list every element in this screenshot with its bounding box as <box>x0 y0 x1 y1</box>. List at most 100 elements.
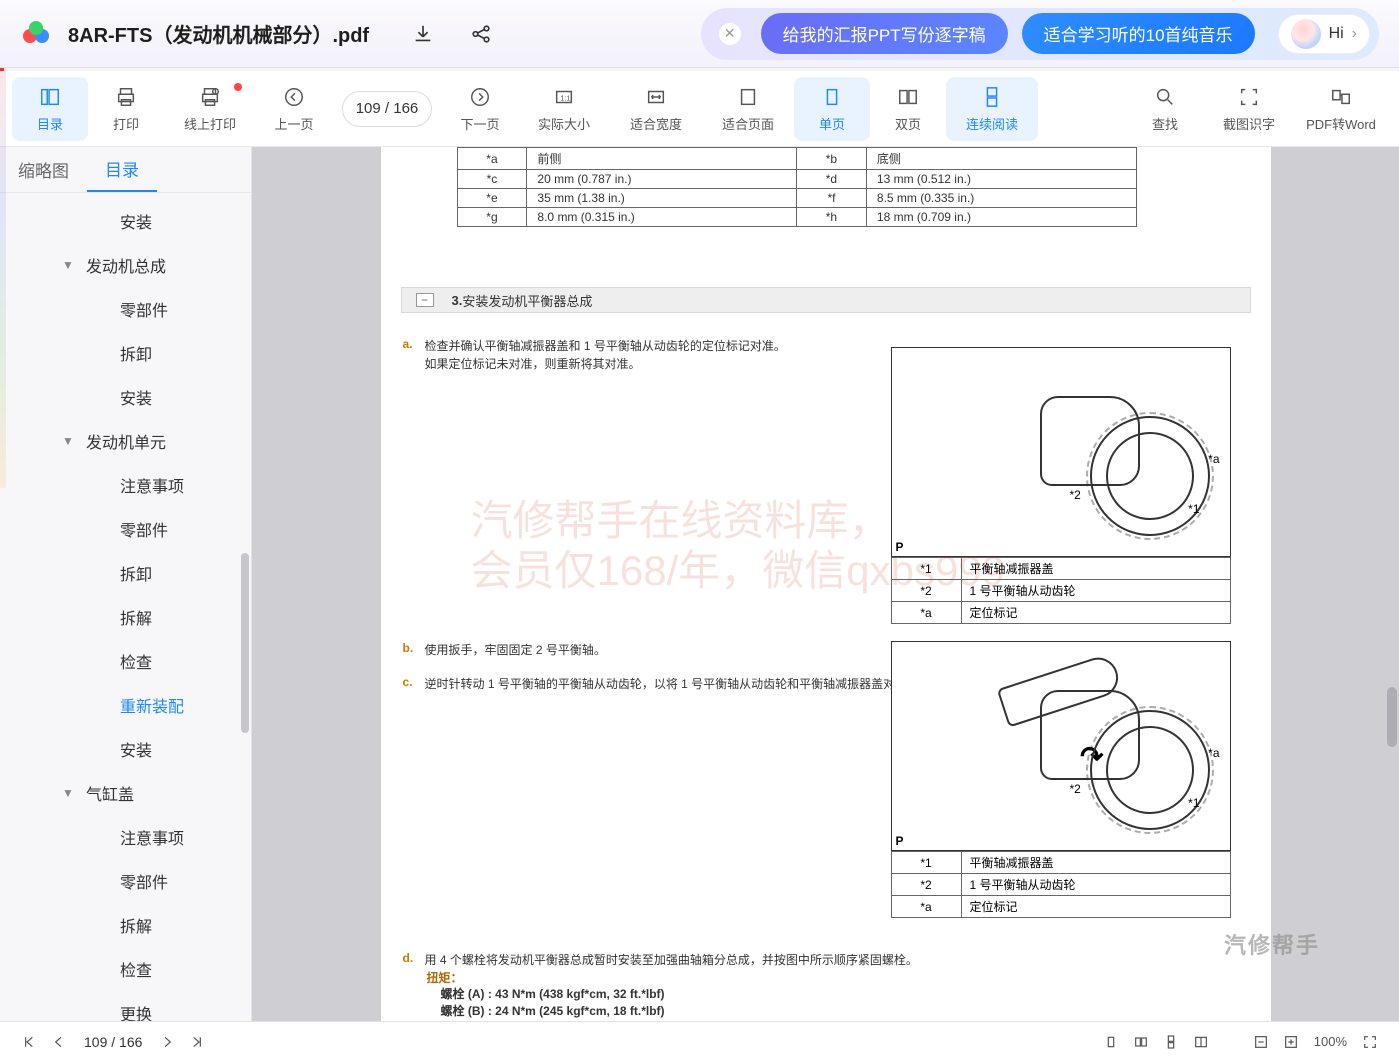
outline-item-label: 发动机单元 <box>86 429 166 453</box>
outline-item-16[interactable]: 拆解 <box>0 903 251 947</box>
outline-icon <box>39 84 61 110</box>
outline-item-4[interactable]: 安装 <box>0 375 251 419</box>
outline-item-label: 安装 <box>120 737 152 761</box>
assistant-avatar-button[interactable]: Hi › <box>1279 15 1369 53</box>
actual-size-icon: 1:1 <box>553 84 575 110</box>
bb-zoom-out[interactable] <box>1246 1027 1276 1057</box>
bb-single-icon[interactable] <box>1096 1027 1126 1057</box>
bb-continuous-icon[interactable] <box>1156 1027 1186 1057</box>
tb-double-page[interactable]: 双页 <box>870 77 946 141</box>
tb-print[interactable]: 打印 <box>88 77 164 141</box>
legend-row: *21 号平衡轴从动齿轮 <box>891 580 1230 602</box>
promo-button-2[interactable]: 适合学习听的10首纯音乐 <box>1022 13 1255 54</box>
section-collapse-icon[interactable]: − <box>416 293 434 307</box>
tb-fit-width-label: 适合宽度 <box>630 114 682 133</box>
outline-item-2[interactable]: 零部件 <box>0 287 251 331</box>
bb-zoom-value: 100% <box>1314 1034 1347 1049</box>
app-logo-icon <box>20 18 52 50</box>
share-button[interactable] <box>467 20 495 48</box>
bb-book-icon[interactable] <box>1186 1027 1216 1057</box>
sidebar-scrollbar[interactable] <box>241 553 249 733</box>
brand-text: 汽修帮手 <box>1224 928 1320 960</box>
outline-item-14[interactable]: 注意事项 <box>0 815 251 859</box>
outline-item-11[interactable]: 重新装配 <box>0 683 251 727</box>
bb-double-icon[interactable] <box>1126 1027 1156 1057</box>
continuous-icon <box>981 84 1003 110</box>
bb-next-page[interactable] <box>152 1027 182 1057</box>
outline-item-label: 拆卸 <box>120 341 152 365</box>
sidebar-tab-thumbnails[interactable]: 缩略图 <box>0 147 87 192</box>
sidebar-tab-outline[interactable]: 目录 <box>87 147 157 192</box>
to-word-icon <box>1330 84 1352 110</box>
legend-row: *1平衡轴减振器盖 <box>891 852 1230 874</box>
tb-find[interactable]: 查找 <box>1127 77 1203 141</box>
tb-fit-page[interactable]: 适合页面 <box>702 77 794 141</box>
cloud-print-icon <box>199 84 221 110</box>
bb-prev-page[interactable] <box>44 1027 74 1057</box>
outline-item-9[interactable]: 拆解 <box>0 595 251 639</box>
outline-item-18[interactable]: 更换 <box>0 991 251 1024</box>
tb-fit-page-label: 适合页面 <box>722 114 774 133</box>
tb-ocr-label: 截图识字 <box>1223 114 1275 133</box>
tb-next-page[interactable]: 下一页 <box>442 77 518 141</box>
bb-last-page[interactable] <box>182 1027 212 1057</box>
outline-item-label: 零部件 <box>120 869 168 893</box>
outline-item-8[interactable]: 拆卸 <box>0 551 251 595</box>
page-input-wrap <box>332 91 442 127</box>
outline-item-17[interactable]: 检查 <box>0 947 251 991</box>
content-scrollbar[interactable] <box>1387 687 1397 747</box>
content-viewport[interactable]: *a前侧*b底侧*c20 mm (0.787 in.)*d13 mm (0.51… <box>252 147 1399 1024</box>
tb-actual-size[interactable]: 1:1 实际大小 <box>518 77 610 141</box>
bb-fullscreen[interactable] <box>1355 1027 1385 1057</box>
tb-fit-width[interactable]: 适合宽度 <box>610 77 702 141</box>
brand-watermark: 汽修帮手 <box>1167 914 1377 974</box>
legend-row: *21 号平衡轴从动齿轮 <box>891 874 1230 896</box>
diagram-1-wrap: *1 *2 *a P *1平衡轴减振器盖*21 号平衡轴从动齿轮*a定位标记 <box>891 347 1231 624</box>
promo-pill-area: ✕ 给我的汇报PPT写份逐字稿 适合学习听的10首纯音乐 Hi › <box>701 8 1379 60</box>
promo-close-button[interactable]: ✕ <box>719 23 741 45</box>
d1-star2: *2 <box>1070 488 1081 502</box>
outline-item-15[interactable]: 零部件 <box>0 859 251 903</box>
document-title: 8AR-FTS（发动机机械部分）.pdf <box>68 19 369 48</box>
bb-zoom-in[interactable] <box>1276 1027 1306 1057</box>
tb-cloud-print[interactable]: 线上打印 <box>164 77 256 141</box>
outline-item-6[interactable]: 注意事项 <box>0 463 251 507</box>
download-button[interactable] <box>409 20 437 48</box>
fit-width-icon <box>645 84 667 110</box>
outline-item-0[interactable]: 安装 <box>0 199 251 243</box>
outline-item-10[interactable]: 检查 <box>0 639 251 683</box>
outline-item-7[interactable]: 零部件 <box>0 507 251 551</box>
promo-button-1[interactable]: 给我的汇报PPT写份逐字稿 <box>761 13 1008 54</box>
tb-double-label: 双页 <box>895 114 921 133</box>
tb-to-word[interactable]: PDF转Word <box>1295 77 1387 141</box>
ocr-icon <box>1238 84 1260 110</box>
outline-item-3[interactable]: 拆卸 <box>0 331 251 375</box>
bb-first-page[interactable] <box>14 1027 44 1057</box>
tb-outline[interactable]: 目录 <box>12 77 88 141</box>
page-number-input[interactable] <box>342 91 432 127</box>
outline-item-12[interactable]: 安装 <box>0 727 251 771</box>
assistant-hi-label: Hi <box>1329 25 1344 43</box>
assistant-avatar-icon <box>1291 19 1321 49</box>
d2-stara: *a <box>1208 746 1219 760</box>
outline-item-5[interactable]: ▼发动机单元 <box>0 419 251 463</box>
tb-ocr[interactable]: 截图识字 <box>1203 77 1295 141</box>
legend-2: *1平衡轴减振器盖*21 号平衡轴从动齿轮*a定位标记 <box>891 851 1231 918</box>
legend-row: *1平衡轴减振器盖 <box>891 558 1230 580</box>
tb-single-label: 单页 <box>819 114 845 133</box>
outline-item-1[interactable]: ▼发动机总成 <box>0 243 251 287</box>
tb-prev-page[interactable]: 上一页 <box>256 77 332 141</box>
next-page-icon <box>469 84 491 110</box>
main-area: 缩略图 目录 安装▼发动机总成零部件拆卸安装▼发动机单元注意事项零部件拆卸拆解检… <box>0 147 1399 1024</box>
tb-continuous[interactable]: 连续阅读 <box>946 77 1038 141</box>
torque-line-2: 螺栓 (B) : 24 N*m (245 kgf*cm, 18 ft.*lbf) <box>441 1003 1251 1020</box>
prev-page-icon <box>283 84 305 110</box>
outline-item-13[interactable]: ▼气缸盖 <box>0 771 251 815</box>
step-c-letter: c. <box>401 675 425 693</box>
outline-tree[interactable]: 安装▼发动机总成零部件拆卸安装▼发动机单元注意事项零部件拆卸拆解检查重新装配安装… <box>0 193 251 1024</box>
tb-single-page[interactable]: 单页 <box>794 77 870 141</box>
torque-line-1: 螺栓 (A) : 43 N*m (438 kgf*cm, 32 ft.*lbf) <box>441 986 1251 1003</box>
tree-caret-icon: ▼ <box>62 258 76 272</box>
outline-item-label: 拆解 <box>120 605 152 629</box>
diagram-2: ↶ *1 *2 *a P <box>891 641 1231 851</box>
